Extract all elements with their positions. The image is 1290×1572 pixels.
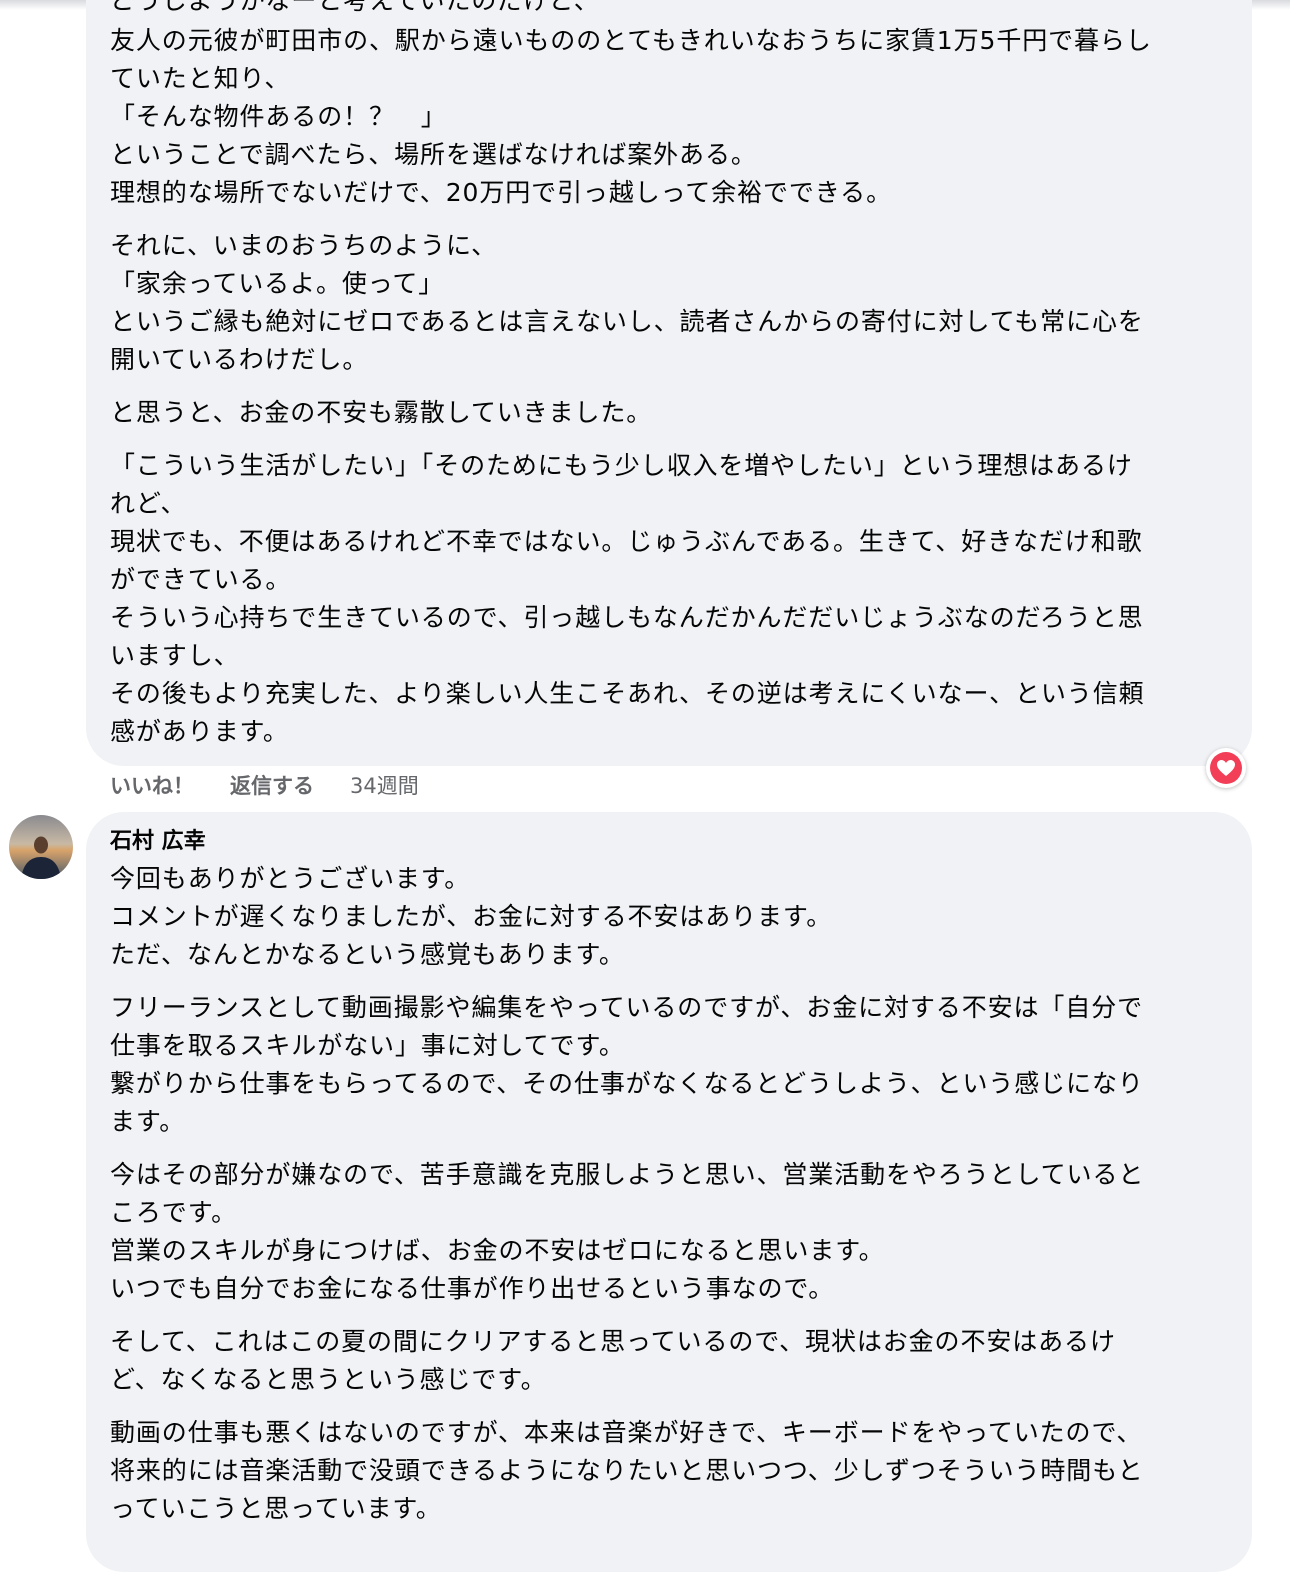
comment-line: 将来的には音楽活動で没頭できるようになりたいと思いつつ、少しずつそういう時間もと	[110, 1456, 1144, 1485]
avatar[interactable]	[9, 815, 73, 879]
heart-icon	[1210, 752, 1242, 784]
comment-line: いつでも自分でお金になる仕事が作り出せるという事なので。	[110, 1274, 835, 1303]
comment-line: と思うと、お金の不安も霧散していきました。	[110, 398, 653, 427]
comment-line: フリーランスとして動画撮影や編集をやっているのですが、お金に対する不安は「自分で	[110, 993, 1144, 1022]
comment-line: 理想的な場所でないだけで、20万円で引っ越しって余裕でできる。	[110, 178, 892, 207]
reaction-badge[interactable]	[1206, 748, 1246, 788]
comment-line: 「そんな物件あるの！？ 」	[110, 102, 447, 131]
comment-line: 仕事を取るスキルがない」事に対してです。	[110, 1031, 625, 1060]
comment-line: コメントが遅くなりましたが、お金に対する不安はあります。	[110, 902, 833, 931]
comment-line: れど、	[110, 489, 187, 518]
comment-line: それに、いまのおうちのように、	[110, 231, 498, 260]
comment-line: 今はその部分が嫌なので、苦手意識を克服しようと思い、営業活動をやろうとしていると	[110, 1160, 1145, 1189]
comment-line: そして、これはこの夏の間にクリアすると思っているので、現状はお金の不安はあるけ	[110, 1327, 1116, 1356]
comment-line: 友人の元彼が町田市の、駅から遠いもののとてもきれいなおうちに家賃1万5千円で暮ら…	[110, 26, 1152, 55]
comment-line: 感があります。	[110, 717, 289, 746]
comment-line: ができている。	[110, 565, 292, 594]
comment-line: ど、なくなると思うという感じです。	[110, 1365, 547, 1394]
comment-line: その後もより充実した、より楽しい人生こそあれ、その逆は考えにくいなー、という信頼	[110, 679, 1145, 708]
comment-actions: いいね！ 返信する 34週間	[110, 770, 455, 800]
comment-line: というご縁も絶対にゼロであるとは言えないし、読者さんからの寄付に対しても常に心を	[110, 307, 1144, 336]
reply-button[interactable]: 返信する	[230, 770, 314, 800]
comment-timestamp[interactable]: 34週間	[350, 770, 419, 800]
like-button[interactable]: いいね！	[110, 770, 194, 800]
comment-line: どうしようかなーと考えていたのだけど、	[110, 0, 600, 15]
comment-line: 「家余っているよ。使って」	[110, 269, 445, 298]
comment-line: ということで調べたら、場所を選ばなければ案外ある。	[110, 140, 757, 169]
comment-line: そういう心持ちで生きているので、引っ越しもなんだかんだだいじょうぶなのだろうと思	[110, 603, 1144, 632]
comment-line: ころです。	[110, 1198, 238, 1227]
comment-author[interactable]: 石村 広幸	[110, 824, 206, 860]
comment-line: 開いているわけだし。	[110, 345, 369, 374]
comment-line: っていこうと思っています。	[110, 1494, 442, 1523]
comment-line: 繋がりから仕事をもらってるので、その仕事がなくなるとどうしよう、という感じになり	[110, 1069, 1144, 1098]
comment-line: いますし、	[110, 641, 240, 670]
comment-line: 「こういう生活がしたい」「そのためにもう少し収入を増やしたい」という理想はあるけ	[110, 451, 1133, 480]
comment-line: ていたと知り、	[110, 64, 291, 93]
comment-line: 今回もありがとうございます。	[110, 864, 471, 893]
comment-line: 動画の仕事も悪くはないのですが、本来は音楽が好きで、キーボードをやっていたので、	[110, 1418, 1143, 1447]
comment-line: 営業のスキルが身につけば、お金の不安はゼロになると思います。	[110, 1236, 885, 1265]
comment-line: ます。	[110, 1107, 186, 1136]
comment-line: ただ、なんとかなるという感覚もあります。	[110, 940, 625, 969]
comment-line: 現状でも、不便はあるけれど不幸ではない。じゅうぶんである。生きて、好きなだけ和歌	[110, 527, 1143, 556]
